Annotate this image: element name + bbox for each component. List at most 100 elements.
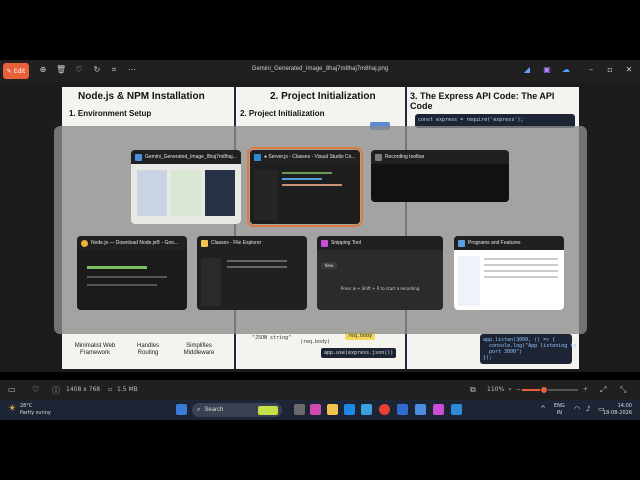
thumb-titlebar: Snipping Tool (317, 236, 443, 250)
snip-icon (321, 239, 328, 247)
zoom-slider-thumb[interactable] (540, 386, 549, 394)
thumb-titlebar: Classes - File Explorer (197, 236, 307, 250)
json-string-text: "JSON string" (252, 335, 292, 341)
thumb-preview (77, 250, 187, 310)
switcher-window-vscode[interactable]: ● Server.js - Classes - Visual Studio Co… (247, 147, 363, 227)
panel2-title: 2. Project Initialization (270, 91, 376, 102)
thumb-preview (131, 164, 241, 224)
task-view-icon[interactable] (294, 404, 305, 415)
weather-temp: 28°C (20, 403, 33, 409)
photos-icon (135, 153, 142, 161)
thumb-title: Gemini_Generated_Image_8haj7m8haj... (145, 154, 237, 160)
search-highlight-icon (258, 405, 278, 415)
thumb-title: Programs and Features (468, 240, 521, 246)
weather-desc: Partly sunny (20, 410, 51, 416)
panel1-subtitle: 1. Environment Setup (69, 109, 152, 118)
maximize-icon[interactable]: ▫ (605, 65, 615, 74)
chevron-down-icon[interactable]: ⌄ (507, 384, 513, 392)
wifi-icon[interactable]: ◠ (574, 405, 580, 413)
language-indicator[interactable]: ENG IN (554, 403, 565, 417)
search-label: Search (204, 407, 224, 413)
mail-icon[interactable] (397, 404, 408, 415)
start-icon[interactable] (176, 404, 187, 415)
volume-icon[interactable]: ♪ (586, 405, 590, 413)
snip-new-button: New (321, 262, 337, 269)
clock[interactable]: 14:00 18-08-2026 (603, 403, 632, 417)
filmstrip-icon[interactable]: ▭ (8, 385, 16, 394)
recording-icon (375, 153, 382, 161)
store-icon[interactable] (361, 404, 372, 415)
task-switcher: Gemini_Generated_Image_8haj7m8haj... ● S… (54, 126, 587, 334)
zoom-value[interactable]: 110% (487, 386, 504, 393)
save-icon: ▫ (108, 386, 113, 393)
edge-icon[interactable] (344, 404, 355, 415)
fit-icon[interactable]: ⧉ (470, 385, 476, 395)
req-body-text: (req.body) (300, 339, 331, 345)
image-dimensions: 1408 x 768 (66, 386, 101, 393)
feature-label: Simplifies Middleware (183, 343, 215, 356)
weather-widget[interactable]: ☀ 28°C Partly sunny (8, 403, 51, 417)
minimize-icon[interactable]: – (586, 65, 596, 74)
photos-icon[interactable] (415, 404, 426, 415)
thumb-preview (197, 250, 307, 310)
chevron-up-icon[interactable]: ^ (540, 405, 546, 413)
clock-time: 14:00 (617, 403, 632, 409)
switcher-window-recording[interactable]: Recording toolbar (371, 150, 509, 202)
thumb-preview (371, 164, 509, 202)
thumb-titlebar: Programs and Features (454, 236, 564, 250)
expand-icon[interactable]: ⤡ (620, 385, 626, 395)
vscode-icon[interactable] (451, 404, 462, 415)
onedrive-icon[interactable]: ☁ (561, 65, 571, 75)
use-json-code: app.use(express.json()) (321, 348, 397, 358)
app-titlebar: ✎ Edit ⊕ 🗑 ♡ ↻ ⌗ ⋯ Gemini_Generated_Imag… (0, 60, 640, 82)
clipchamp-icon[interactable]: ▣ (542, 65, 552, 75)
thumb-title: Snipping Tool (331, 240, 361, 246)
region-code: IN (556, 410, 562, 416)
panel2-subtitle: 2. Project Initialization (240, 109, 325, 118)
thumb-preview (454, 250, 564, 310)
close-icon[interactable]: ✕ (624, 65, 634, 74)
snip-icon[interactable] (433, 404, 444, 415)
zoom-out-icon[interactable]: − (516, 386, 521, 393)
listen-code: app.listen(3000, () => { console.log("Ap… (480, 334, 576, 364)
feature-label: Handles Routing (136, 343, 159, 356)
switcher-window-chrome[interactable]: Node.js — Download Node.js® - Goo... (77, 236, 187, 310)
info-icon[interactable]: ⓘ (52, 385, 60, 396)
feature-label: Minimalist Web Framework (74, 343, 116, 356)
favorite-icon[interactable]: ♡ (32, 385, 39, 394)
clock-date: 18-08-2026 (602, 410, 632, 416)
thumb-titlebar: Node.js — Download Node.js® - Goo... (77, 236, 187, 250)
file-explorer-icon[interactable] (327, 404, 338, 415)
switcher-window-snipping[interactable]: Snipping Tool New Press ⊞ + Shift + R to… (317, 236, 443, 310)
chrome-icon[interactable] (379, 404, 390, 415)
thumb-preview (250, 164, 360, 224)
thumb-titlebar: ● Server.js - Classes - Visual Studio Co… (250, 150, 360, 164)
fullscreen-icon[interactable]: ⤢ (600, 385, 606, 395)
panel3-title: 3. The Express API Code: The API Code (410, 91, 555, 111)
zoom-slider[interactable] (522, 386, 578, 394)
switcher-window-explorer[interactable]: Classes - File Explorer (197, 236, 307, 310)
switcher-window-programs[interactable]: Programs and Features (454, 236, 564, 310)
switcher-window-photos[interactable]: Gemini_Generated_Image_8haj7m8haj... (131, 150, 241, 224)
thumb-preview: New Press ⊞ + Shift + R to start a recor… (317, 250, 443, 310)
snip-hint: Press ⊞ + Shift + R to start a recording (340, 286, 420, 291)
vscode-icon (254, 153, 261, 161)
taskbar-search[interactable]: ⌕ Search (192, 403, 282, 417)
panel1-title: Node.js & NPM Installation (78, 91, 205, 102)
search-icon: ⌕ (197, 406, 201, 413)
control-panel-icon (458, 239, 465, 247)
zoom-in-icon[interactable]: + (583, 386, 588, 393)
windows-taskbar: ☀ 28°C Partly sunny ⌕ Search ^ ENG IN ◠ … (0, 400, 640, 420)
thumb-titlebar: Gemini_Generated_Image_8haj7m8haj... (131, 150, 241, 164)
sun-icon: ☀ (8, 404, 17, 414)
chrome-icon (81, 239, 88, 247)
file-size: 1.5 MB (117, 386, 138, 393)
language-code: ENG (554, 403, 565, 409)
thumb-title: Node.js — Download Node.js® - Goo... (91, 240, 179, 246)
photo-statusbar: ▭ ♡ ⓘ 1408 x 768 ▫ 1.5 MB ⧉ 110% ⌄ − + ⤢… (0, 380, 640, 400)
copilot-icon[interactable] (310, 404, 321, 415)
editor-icon[interactable]: ◢ (522, 65, 532, 75)
folder-icon (201, 239, 208, 247)
thumb-title: ● Server.js - Classes - Visual Studio Co… (264, 154, 356, 160)
thumb-titlebar: Recording toolbar (371, 150, 509, 164)
